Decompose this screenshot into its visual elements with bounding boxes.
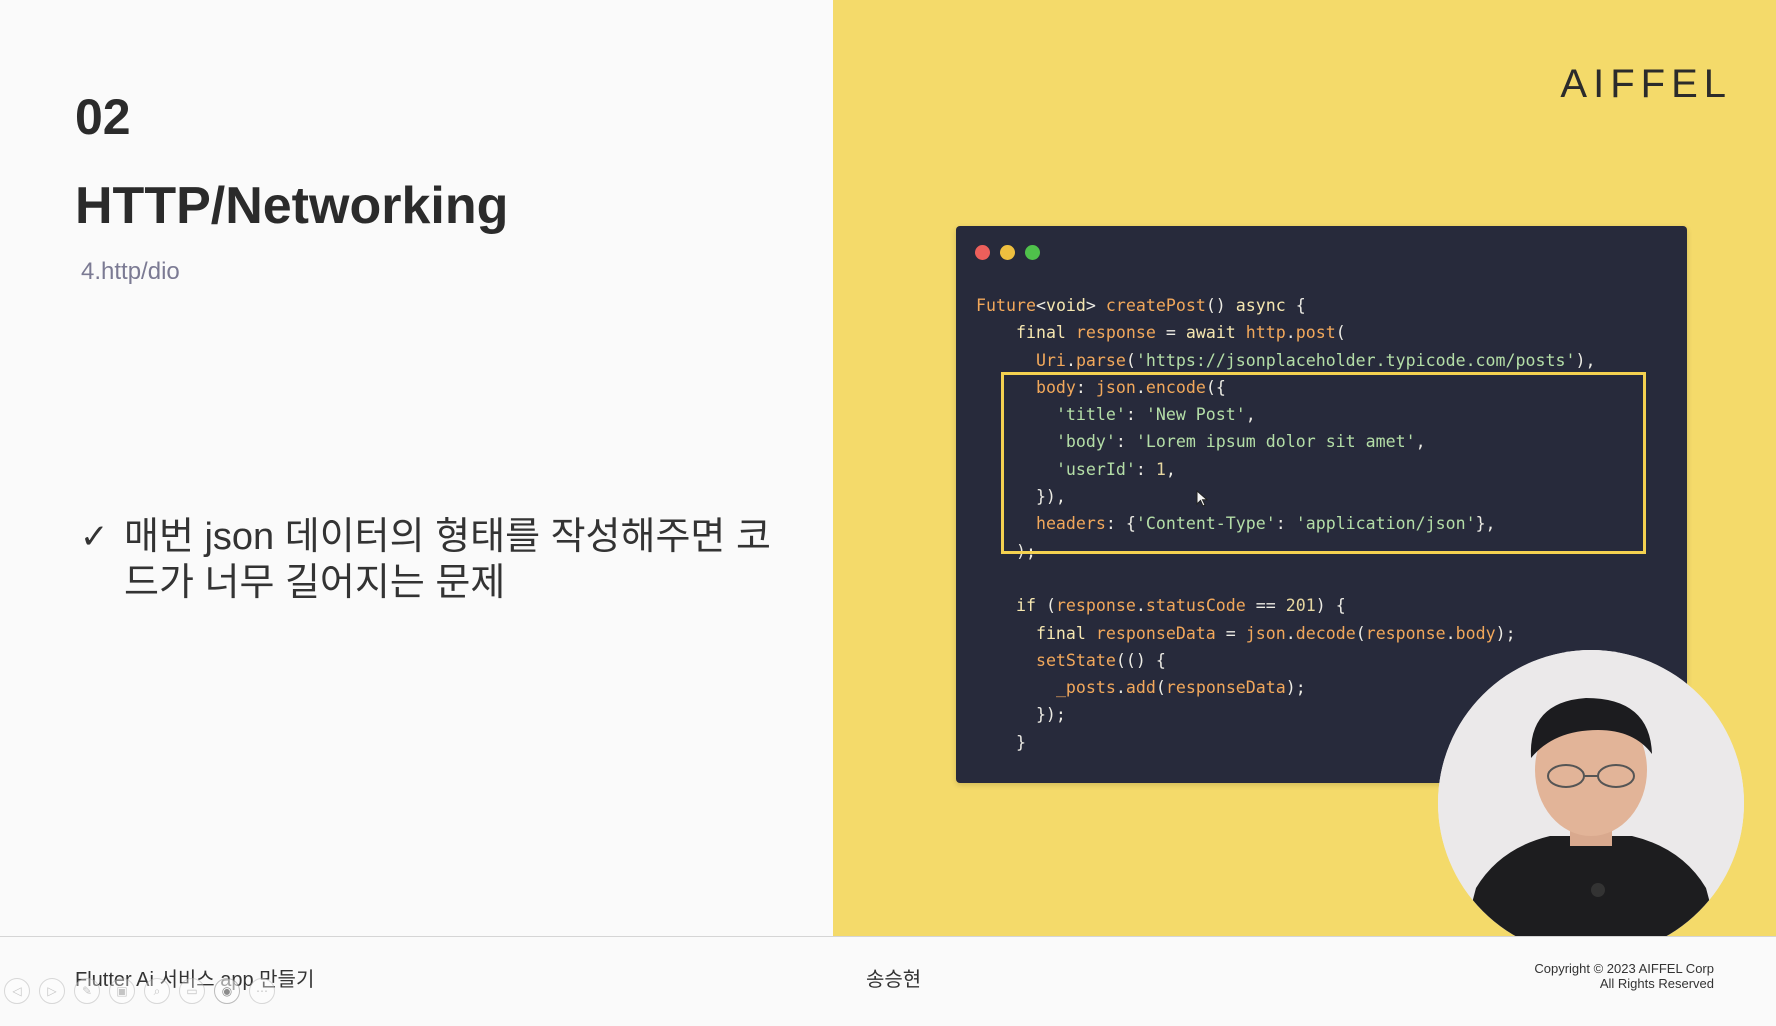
presenter-name: 송승현 <box>866 969 922 991</box>
code-token: response <box>1055 596 1136 616</box>
camera-icon[interactable]: ◉ <box>214 978 240 1004</box>
subtitles-icon[interactable]: ▭ <box>179 978 205 1004</box>
code-token: (() { <box>1115 650 1166 670</box>
code-token: ); <box>1285 678 1306 698</box>
code-token: json <box>1245 623 1286 643</box>
code-token: () <box>1205 296 1236 315</box>
copyright-rights: All Rights Reserved <box>1599 976 1714 991</box>
code-token: parse <box>1075 350 1126 370</box>
code-line: Future<void> createPost() async { <box>976 292 1595 319</box>
code-token: } <box>976 732 1026 752</box>
code-token: . <box>1445 623 1456 643</box>
copyright-line: Copyright © 2023 AIFFEL Corp <box>1534 961 1714 976</box>
code-token: response <box>1365 623 1446 643</box>
code-token: async <box>1235 296 1286 315</box>
code-token: . <box>1285 323 1296 343</box>
code-token: body <box>1455 623 1496 643</box>
code-token: < <box>1035 296 1046 315</box>
code-line: Uri.parse('https://jsonplaceholder.typic… <box>976 347 1596 374</box>
code-token: ( <box>1035 596 1056 616</box>
code-token: > <box>1085 296 1106 315</box>
bullet-point: ✓ 매번 json 데이터의 형태를 작성해주면 코드가 너무 길어지는 문제 <box>80 514 780 606</box>
code-token: if <box>1015 596 1036 616</box>
code-token: . <box>1115 678 1126 698</box>
code-token: responseData <box>1165 678 1286 698</box>
code-token: Uri <box>1035 350 1066 370</box>
presenter-webcam <box>1438 650 1744 956</box>
code-token: . <box>1065 350 1076 370</box>
code-token: final <box>1035 623 1086 643</box>
next-slide-icon[interactable]: ▷ <box>39 978 65 1004</box>
code-token: ( <box>1355 623 1366 643</box>
code-token: Future <box>976 296 1036 315</box>
slides-icon[interactable]: ▣ <box>109 978 135 1004</box>
code-token: post <box>1295 323 1336 343</box>
code-token: decode <box>1295 623 1356 643</box>
code-token: responseData <box>1095 623 1216 643</box>
copyright: Copyright © 2023 AIFFEL Corp All Rights … <box>1534 961 1714 991</box>
code-token: await <box>1185 323 1236 343</box>
zoom-icon[interactable]: ⌕ <box>144 978 170 1004</box>
code-token: final <box>1015 323 1066 343</box>
code-token: = <box>1215 623 1246 643</box>
slide-left-panel: 02 HTTP/Networking 4.http/dio ✓ 매번 json … <box>0 0 833 936</box>
code-token: ( <box>1125 350 1136 370</box>
window-minimize-dot-icon <box>1000 245 1015 260</box>
code-token: == <box>1245 596 1286 616</box>
code-line: setState(() { <box>976 647 1595 674</box>
code-token: void <box>1045 296 1086 315</box>
pen-icon[interactable]: ✎ <box>74 978 100 1004</box>
code-token: }); <box>976 705 1066 725</box>
presenter-avatar-icon <box>1438 650 1744 956</box>
code-token: 201 <box>1285 596 1316 616</box>
code-token: ( <box>1335 323 1346 343</box>
code-token: . <box>1135 596 1146 616</box>
code-line: final responseData = json.decode(respons… <box>976 620 1595 647</box>
code-token: response <box>1075 323 1156 343</box>
code-line: final response = await http.post( <box>976 319 1595 346</box>
code-token: = <box>1155 323 1186 343</box>
code-token: statusCode <box>1145 596 1246 616</box>
check-icon: ✓ <box>80 518 109 556</box>
window-maximize-dot-icon <box>1025 245 1040 260</box>
more-icon[interactable]: ⋯ <box>249 978 275 1004</box>
code-highlight-box <box>1001 372 1646 554</box>
code-token: ) { <box>1315 596 1346 616</box>
code-token: setState <box>1035 650 1116 670</box>
code-token: . <box>1285 623 1296 643</box>
window-close-dot-icon <box>975 245 990 260</box>
code-token: ), <box>1575 350 1596 370</box>
code-token: ( <box>1155 678 1166 698</box>
section-number: 02 <box>75 89 131 145</box>
code-line: if (response.statusCode == 201) { <box>976 592 1595 619</box>
code-token: _posts <box>1055 678 1116 698</box>
bottom-strip <box>0 1008 1776 1026</box>
brand-logo: AIFFEL <box>1560 62 1732 106</box>
code-token: 'https://jsonplaceholder.typicode.com/po… <box>1135 350 1576 370</box>
code-token: createPost <box>1105 296 1206 315</box>
mouse-cursor-icon <box>1196 490 1209 507</box>
code-token: ); <box>1495 623 1516 643</box>
code-token: { <box>1285 296 1306 315</box>
prev-slide-icon[interactable]: ◁ <box>4 978 30 1004</box>
bullet-text: 매번 json 데이터의 형태를 작성해주면 코드가 너무 길어지는 문제 <box>124 516 771 604</box>
code-token: http <box>1245 323 1286 343</box>
section-subtitle: 4.http/dio <box>81 258 180 285</box>
code-token: add <box>1125 678 1156 698</box>
section-title: HTTP/Networking <box>75 177 509 235</box>
player-controls: ◁ ▷ ✎ ▣ ⌕ ▭ ◉ ⋯ <box>0 978 275 1006</box>
